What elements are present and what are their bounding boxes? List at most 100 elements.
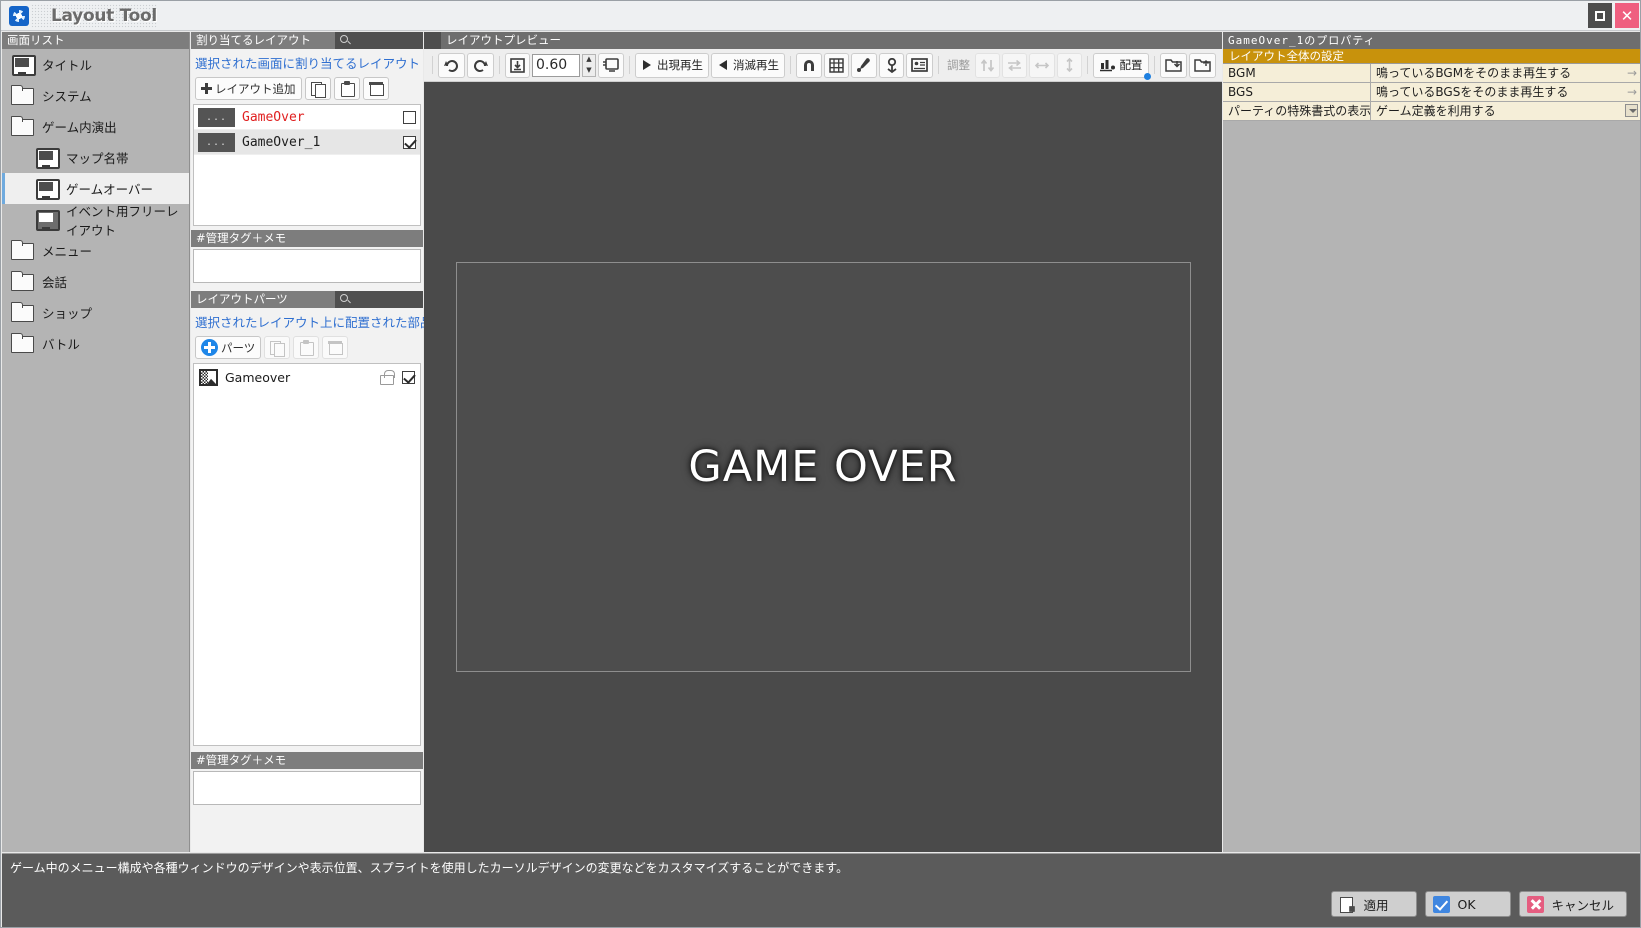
chevron-down-icon[interactable] — [1625, 104, 1638, 117]
sidebar-item-6[interactable]: メニュー — [2, 235, 189, 266]
folder-icon — [10, 333, 34, 354]
layout-parts-search-input[interactable] — [335, 291, 423, 308]
sidebar-item-label: ゲームオーバー — [66, 182, 154, 197]
play-disappear-label: 消滅再生 — [733, 58, 779, 72]
copy-layout-button[interactable] — [304, 77, 331, 100]
property-value[interactable]: 鳴っているBGMをそのまま再生する → — [1371, 64, 1640, 82]
screen-icon — [34, 147, 60, 169]
property-key: BGM — [1223, 64, 1371, 82]
status-bar: ゲーム中のメニュー構成や各種ウィンドウのデザインや表示位置、スプライトを使用した… — [2, 853, 1640, 881]
layout-name: GameOver — [242, 109, 305, 125]
property-value[interactable]: 鳴っているBGSをそのまま再生する → — [1371, 83, 1640, 101]
grid-toggle-button[interactable] — [824, 52, 849, 78]
screen-icon — [10, 54, 36, 76]
assigned-layout-search-input[interactable] — [335, 32, 423, 49]
close-icon: ✕ — [1620, 6, 1634, 25]
sidebar-item-2[interactable]: ゲーム内演出 — [2, 111, 189, 142]
monitor-stand — [42, 227, 50, 230]
properties-group-label: レイアウト全体の設定 — [1223, 49, 1640, 64]
property-key: BGS — [1223, 83, 1371, 101]
fit-to-screen-button[interactable] — [505, 52, 530, 78]
zoom-stepper[interactable]: ▲ ▼ — [582, 53, 596, 77]
arrange-button[interactable]: 配置 — [1093, 52, 1151, 80]
import-folder-button[interactable] — [1160, 52, 1187, 78]
delete-layout-button[interactable] — [362, 77, 389, 100]
arrow-right-icon[interactable]: → — [1627, 66, 1637, 80]
check-icon — [1433, 895, 1451, 913]
preview-canvas[interactable]: GAME OVER — [455, 262, 1191, 672]
assigned-layout-memo-header: #管理タグ＋メモ — [191, 230, 423, 247]
layout-parts-memo-input[interactable] — [193, 771, 421, 805]
apply-button[interactable]: 適用 — [1331, 891, 1418, 917]
part-name: Gameover — [225, 370, 291, 385]
magnet-snap-button[interactable] — [796, 52, 822, 78]
add-part-label: パーツ — [221, 340, 256, 355]
swap-button[interactable] — [1002, 52, 1027, 78]
title-bar: Layout Tool ✕ — [1, 1, 1640, 31]
unlock-icon[interactable] — [379, 370, 395, 385]
id-card-button[interactable] — [906, 52, 933, 78]
monitor-preview-button[interactable] — [598, 52, 624, 78]
assigned-layout-list[interactable]: ... GameOver... GameOver_1 — [193, 104, 421, 226]
cancel-button[interactable]: キャンセル — [1519, 891, 1627, 917]
play-disappear-button[interactable]: 消滅再生 — [711, 52, 785, 78]
copy-icon — [270, 340, 286, 357]
undo-button[interactable] — [467, 52, 494, 78]
sidebar-item-9[interactable]: バトル — [2, 328, 189, 359]
play-appear-button[interactable]: 出現再生 — [635, 52, 709, 78]
property-row[interactable]: BGS 鳴っているBGSをそのまま再生する → — [1223, 83, 1640, 102]
layout-parts-panel: レイアウトパーツ 選択されたレイアウト上に配置された部品 パーツ Gameove… — [191, 291, 433, 746]
zoom-stepper-up[interactable]: ▲ — [586, 56, 591, 63]
assigned-layout-memo-input[interactable] — [193, 249, 421, 283]
arrow-right-icon[interactable]: → — [1627, 85, 1637, 99]
layout-enabled-checkbox[interactable] — [403, 135, 416, 149]
fit-horizontal-button[interactable] — [1029, 52, 1055, 78]
folder-icon — [10, 302, 34, 323]
toolbar-separator — [1087, 56, 1088, 74]
export-folder-button[interactable] — [1189, 52, 1216, 78]
close-button[interactable]: ✕ — [1615, 3, 1639, 28]
paste-part-button[interactable] — [293, 336, 320, 359]
list-item[interactable]: Gameover — [194, 364, 420, 391]
add-part-button[interactable]: パーツ — [195, 336, 262, 359]
assigned-layout-header: 割り当てるレイアウト — [191, 32, 423, 49]
add-layout-button[interactable]: レイアウト追加 — [195, 77, 302, 100]
ok-button[interactable]: OK — [1425, 891, 1512, 917]
toolbar-separator — [432, 56, 433, 74]
part-visible-checkbox[interactable] — [402, 371, 415, 384]
layout-parts-list[interactable]: Gameover — [193, 363, 421, 746]
redo-button[interactable] — [438, 52, 465, 78]
preview-header-box — [424, 32, 441, 49]
property-value[interactable]: ゲーム定義を利用する — [1371, 102, 1640, 120]
property-value-text: ゲーム定義を利用する — [1376, 104, 1496, 118]
delete-part-button[interactable] — [322, 336, 349, 359]
toolbar-separator — [938, 56, 939, 74]
layout-enabled-checkbox[interactable] — [403, 110, 416, 124]
sidebar-item-label: メニュー — [42, 244, 93, 259]
sidebar-item-7[interactable]: 会話 — [2, 266, 189, 297]
plus-circle-icon — [201, 339, 218, 356]
table-row[interactable]: ... GameOver — [194, 105, 420, 130]
property-key: パーティの特殊書式の表示 — [1223, 102, 1371, 120]
copy-part-button[interactable] — [264, 336, 291, 359]
zoom-value-input[interactable]: 0.60 — [532, 53, 580, 77]
sidebar-item-1[interactable]: システム — [2, 80, 189, 111]
eyedropper-button[interactable] — [851, 52, 877, 78]
fit-vertical-button[interactable] — [1057, 52, 1082, 78]
toolbar-separator — [790, 56, 791, 74]
sidebar-item-0[interactable]: タイトル — [2, 49, 189, 80]
maximize-button[interactable] — [1588, 3, 1612, 28]
preview-stage[interactable]: GAME OVER — [424, 82, 1222, 852]
sidebar-item-8[interactable]: ショップ — [2, 297, 189, 328]
align-vertical-button[interactable] — [975, 52, 1000, 78]
sidebar-item-3[interactable]: マップ名帯 — [2, 142, 189, 173]
sidebar-item-5[interactable]: イベント用フリーレイアウト — [2, 204, 189, 238]
property-row[interactable]: パーティの特殊書式の表示 ゲーム定義を利用する — [1223, 102, 1640, 121]
table-row[interactable]: ... GameOver_1 — [194, 130, 420, 155]
zoom-stepper-down[interactable]: ▼ — [586, 66, 591, 74]
property-row[interactable]: BGM 鳴っているBGMをそのまま再生する → — [1223, 64, 1640, 83]
anchor-button[interactable] — [879, 52, 904, 78]
sidebar-item-4[interactable]: ゲームオーバー — [2, 173, 189, 204]
play-appear-label: 出現再生 — [657, 58, 703, 72]
paste-layout-button[interactable] — [333, 77, 360, 100]
